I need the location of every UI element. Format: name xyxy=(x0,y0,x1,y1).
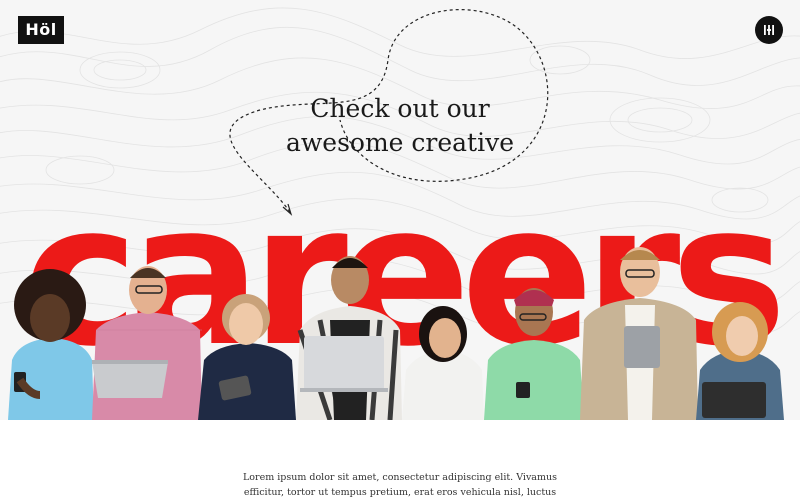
hero-section: careers Check out our awesome creative H… xyxy=(0,0,800,420)
dashed-arrow-path xyxy=(229,9,549,216)
page: careers Check out our awesome creative H… xyxy=(0,0,800,500)
headline-line-2: awesome creative xyxy=(285,128,515,157)
brand-logo[interactable]: Höl xyxy=(18,16,64,44)
menu-icon xyxy=(764,25,774,35)
intro-line-1: Lorem ipsum dolor sit amet, consectetur … xyxy=(243,472,557,483)
headline-line-1: Check out our xyxy=(310,94,490,123)
intro-paragraph: Lorem ipsum dolor sit amet, consectetur … xyxy=(240,470,560,500)
hero-headline: Check out our awesome creative xyxy=(230,92,570,160)
menu-button[interactable] xyxy=(755,16,783,44)
intro-line-2: efficitur, tortor ut tempus pretium, era… xyxy=(243,487,557,498)
